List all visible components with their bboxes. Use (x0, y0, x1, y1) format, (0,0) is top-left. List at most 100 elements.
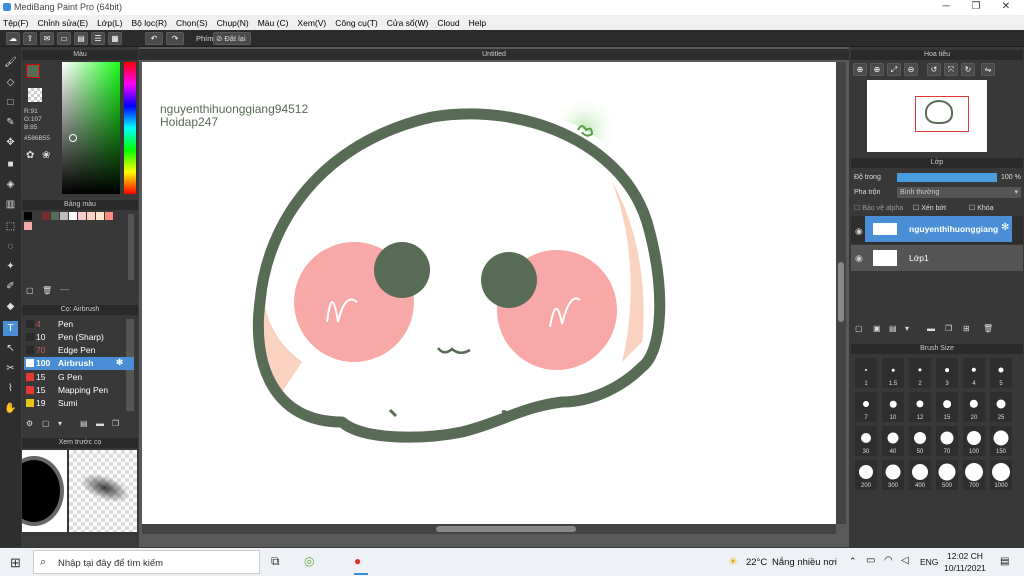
brush-size-option[interactable]: 50 (909, 426, 931, 456)
hand-tool-icon[interactable]: ✋ (3, 401, 18, 416)
menu-filter[interactable]: Bộ lọc(R) (132, 18, 167, 28)
brush-size-option[interactable]: 150 (990, 426, 1012, 456)
canvas-tab[interactable]: Untitled (139, 49, 849, 60)
brush-settings-icon[interactable]: ▤ (80, 419, 88, 428)
palette-swatch[interactable] (42, 212, 50, 220)
palette-swatch[interactable] (96, 212, 104, 220)
palette-icon[interactable]: ✿ (26, 150, 38, 162)
menu-select[interactable]: Chọn(S) (176, 18, 208, 28)
input-language[interactable]: ENG (920, 557, 938, 567)
menu-color[interactable]: Màu (C) (258, 18, 289, 28)
upload-icon[interactable]: ⇪ (23, 32, 37, 45)
layer-folder-icon[interactable]: ▬ (927, 324, 935, 333)
palette-swatch[interactable] (60, 212, 68, 220)
palette-swatch[interactable] (78, 212, 86, 220)
reset-button[interactable]: ⊘ Đặt lại (213, 32, 251, 45)
move-tool-icon[interactable]: ✥ (3, 135, 18, 150)
secondary-color-swatch[interactable] (28, 88, 42, 102)
network-icon[interactable]: ▭ (866, 555, 875, 566)
canvas-vertical-scrollbar[interactable] (836, 62, 846, 524)
palette-swatch[interactable] (33, 212, 41, 220)
zoom-in-icon[interactable]: ⊕ (853, 63, 867, 76)
new-layer-icon[interactable]: ▢ (855, 324, 863, 333)
menu-snap[interactable]: Chụp(N) (217, 18, 249, 28)
visibility-eye-icon[interactable]: ◉ (855, 253, 863, 264)
brush-size-option[interactable]: 12 (909, 392, 931, 422)
new-8bit-layer-icon[interactable]: ▤ (889, 324, 897, 333)
brush-size-option[interactable]: 30 (855, 426, 877, 456)
weather-icon[interactable]: ☀ (728, 555, 738, 568)
hue-slider[interactable] (124, 62, 136, 194)
color-mix-icon[interactable]: ❀ (42, 150, 54, 162)
drawing-canvas[interactable]: nguyenthihuonggiang94512 Hoidap247 (142, 62, 836, 524)
saturation-value-picker[interactable] (62, 62, 120, 194)
select-pen-icon[interactable]: ✐ (3, 279, 18, 294)
text-tool-icon[interactable]: T (3, 321, 18, 336)
menu-layer[interactable]: Lớp(L) (97, 18, 122, 28)
bucket-tool-icon[interactable]: ◈ (3, 177, 18, 192)
gear-icon[interactable]: ✻ (1001, 222, 1009, 233)
clock-date[interactable]: 10/11/2021 (944, 563, 986, 573)
visibility-eye-icon[interactable]: ◉ (855, 226, 863, 237)
menu-file[interactable]: Tệp(F) (3, 18, 29, 28)
menu-tools[interactable]: Công cụ(T) (335, 18, 378, 28)
vertical-scroll-thumb[interactable] (838, 262, 844, 322)
brush-dropdown-icon[interactable]: ▾ (58, 419, 62, 428)
undo-icon[interactable]: ↶ (145, 32, 163, 45)
palette-swatch[interactable] (24, 212, 32, 220)
zoom-out-icon[interactable]: ⊖ (904, 63, 918, 76)
medibang-app-icon[interactable]: ● (354, 554, 361, 568)
clock-time[interactable]: 12:02 CH (947, 551, 983, 561)
brush-size-option[interactable]: 3 (936, 358, 958, 388)
select-rect-icon[interactable]: ⬚ (3, 219, 18, 234)
grid-icon[interactable]: ▦ (108, 32, 122, 45)
brush-item-selected[interactable]: 100 Airbrush ✻ (24, 357, 134, 370)
operation-tool-icon[interactable]: ↖ (3, 341, 18, 356)
brush-size-option[interactable]: 70 (936, 426, 958, 456)
brush-item[interactable]: 10 Pen (Sharp) (24, 331, 134, 344)
divide-tool-icon[interactable]: ✂ (3, 361, 18, 376)
brush-item[interactable]: 70 Edge Pen (24, 344, 134, 357)
layer-dropdown-icon[interactable]: ▾ (905, 324, 909, 333)
brush-size-option[interactable]: 100 (963, 426, 985, 456)
menu-edit[interactable]: Chỉnh sửa(E) (38, 18, 89, 28)
notification-icon[interactable]: ▤ (1000, 556, 1009, 567)
cloud-icon[interactable]: ☁ (6, 32, 20, 45)
page-icon[interactable]: ▤ (74, 32, 88, 45)
brush-size-option[interactable]: 400 (909, 460, 931, 490)
brush-size-option[interactable]: 700 (963, 460, 985, 490)
gradient-tool-icon[interactable]: ▥ (3, 197, 18, 212)
layer-row[interactable]: ◉ Lớp1 (851, 245, 1023, 271)
menu-cloud[interactable]: Cloud (437, 18, 459, 28)
palette-file-icon[interactable]: ▢ (26, 286, 34, 295)
brush-size-option[interactable]: 200 (855, 460, 877, 490)
comment-icon[interactable]: ✉ (40, 32, 54, 45)
brush-size-option[interactable]: 20 (963, 392, 985, 422)
brush-size-option[interactable]: 15 (936, 392, 958, 422)
chrome-app-icon[interactable]: ◎ (304, 554, 314, 568)
brush-tool-icon[interactable]: 🖌 (3, 55, 18, 70)
merge-layer-icon[interactable]: ⊞ (963, 324, 970, 333)
pen-tool-icon[interactable]: ✎ (3, 115, 18, 130)
menu-help[interactable]: Help (469, 18, 486, 28)
magic-wand-icon[interactable]: ✦ (3, 259, 18, 274)
fit-icon[interactable]: ⤢ (887, 63, 901, 76)
brush-add-icon[interactable]: ⚙ (26, 419, 33, 428)
chat-icon[interactable]: ▭ (57, 32, 71, 45)
windows-start-icon[interactable]: ⊞ (10, 555, 21, 571)
palette-delete-icon[interactable]: 🗑 (42, 286, 52, 295)
brush-size-option[interactable]: 40 (882, 426, 904, 456)
close-button[interactable]: ✕ (991, 1, 1021, 14)
brush-size-option[interactable]: 300 (882, 460, 904, 490)
list-icon[interactable]: ☰ (91, 32, 105, 45)
zoom-in-alt-icon[interactable]: ⊕ (870, 63, 884, 76)
layer-row[interactable]: ◉ nguyenthihuonggiang ✻ (851, 216, 1023, 244)
clipping-checkbox[interactable]: ☐ Xén bớt (913, 204, 946, 212)
navigator-thumbnail[interactable] (867, 80, 987, 152)
palette-swatch[interactable] (105, 212, 113, 220)
redo-icon[interactable]: ↷ (166, 32, 184, 45)
brush-folder-icon[interactable]: ▬ (96, 419, 104, 428)
menu-view[interactable]: Xem(V) (297, 18, 326, 28)
duplicate-layer-icon[interactable]: ❐ (945, 324, 952, 333)
dot-tool-icon[interactable]: □ (3, 95, 18, 110)
